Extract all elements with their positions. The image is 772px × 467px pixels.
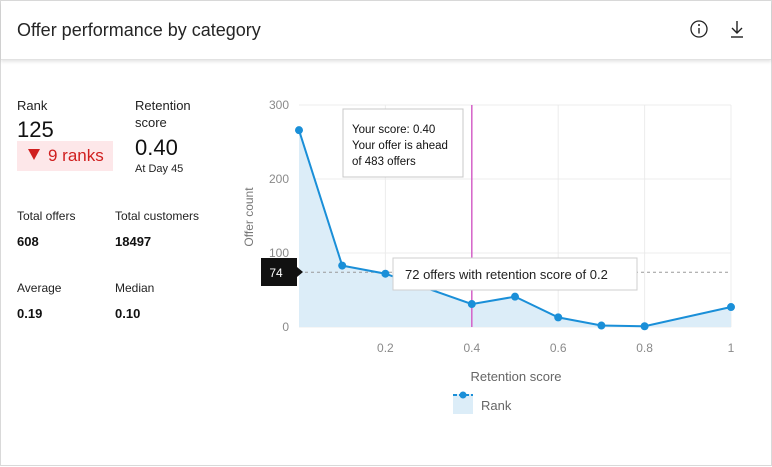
x-axis-title: Retention score (470, 369, 561, 384)
data-point (381, 269, 390, 278)
card-header: Offer performance by category (1, 1, 771, 60)
legend-marker (459, 391, 467, 399)
y-tick-label: 100 (269, 246, 289, 260)
x-tick-label: 0.2 (377, 341, 394, 355)
info-icon[interactable] (688, 18, 710, 40)
y-tick-label: 0 (282, 320, 289, 334)
y-tick-label: 200 (269, 172, 289, 186)
rank-change-badge: 9 ranks (17, 141, 113, 171)
retention-label-line2: score (135, 115, 167, 130)
retention-chart: 0 100 200 300 0.2 0.4 0.6 0.8 1 Offer count Rete… (242, 98, 735, 415)
total-offers-value: 608 (17, 234, 39, 249)
offer-performance-card: Offer performance by category Rank 125 9… (0, 0, 772, 466)
total-customers-label: Total customers (115, 209, 200, 223)
data-point (640, 322, 649, 331)
score-annotation: Your score: 0.40 Your offer is ahead of … (342, 108, 464, 178)
ref-value-label: 74 (269, 266, 283, 280)
retention-value: 0.40 (135, 135, 178, 160)
download-icon[interactable] (726, 18, 748, 40)
legend-label: Rank (481, 398, 512, 413)
card-title: Offer performance by category (17, 20, 261, 40)
rank-change-text: 9 ranks (48, 146, 104, 165)
point-tooltip: 72 offers with retention score of 0.2 (392, 257, 638, 291)
data-point (597, 321, 606, 330)
annotation-line2: Your offer is ahead (352, 140, 448, 152)
tooltip-text: 72 offers with retention score of 0.2 (405, 267, 608, 282)
annotation-line3: of 483 offers (352, 156, 416, 168)
median-label: Median (115, 281, 155, 295)
ref-value-badge: 74 (261, 258, 303, 286)
total-offers-label: Total offers (17, 209, 76, 223)
data-point (467, 300, 476, 309)
data-point (338, 261, 347, 270)
down-arrow-icon (28, 149, 40, 160)
retention-day: At Day 45 (135, 163, 184, 175)
rank-label: Rank (17, 98, 48, 113)
legend[interactable]: Rank (453, 391, 512, 415)
rank-value: 125 (17, 117, 54, 142)
total-customers-value: 18497 (115, 234, 152, 249)
average-label: Average (17, 281, 62, 295)
average-value: 0.19 (17, 306, 43, 321)
data-point (295, 126, 303, 135)
x-tick-label: 0.8 (636, 341, 653, 355)
x-tick-label: 0.6 (550, 341, 567, 355)
x-tick-label: 1 (728, 341, 735, 355)
data-point (554, 313, 563, 322)
data-point (511, 292, 519, 301)
x-tick-label: 0.4 (463, 341, 480, 355)
retention-label-line1: Retention (135, 98, 191, 113)
stats-panel: Rank 125 9 ranks Retention score 0.40 At… (1, 59, 241, 459)
annotation-line1: Your score: 0.40 (352, 124, 435, 136)
median-value: 0.10 (115, 306, 141, 321)
data-point (727, 303, 735, 312)
y-tick-label: 300 (269, 98, 289, 112)
y-axis-title: Offer count (242, 187, 256, 247)
